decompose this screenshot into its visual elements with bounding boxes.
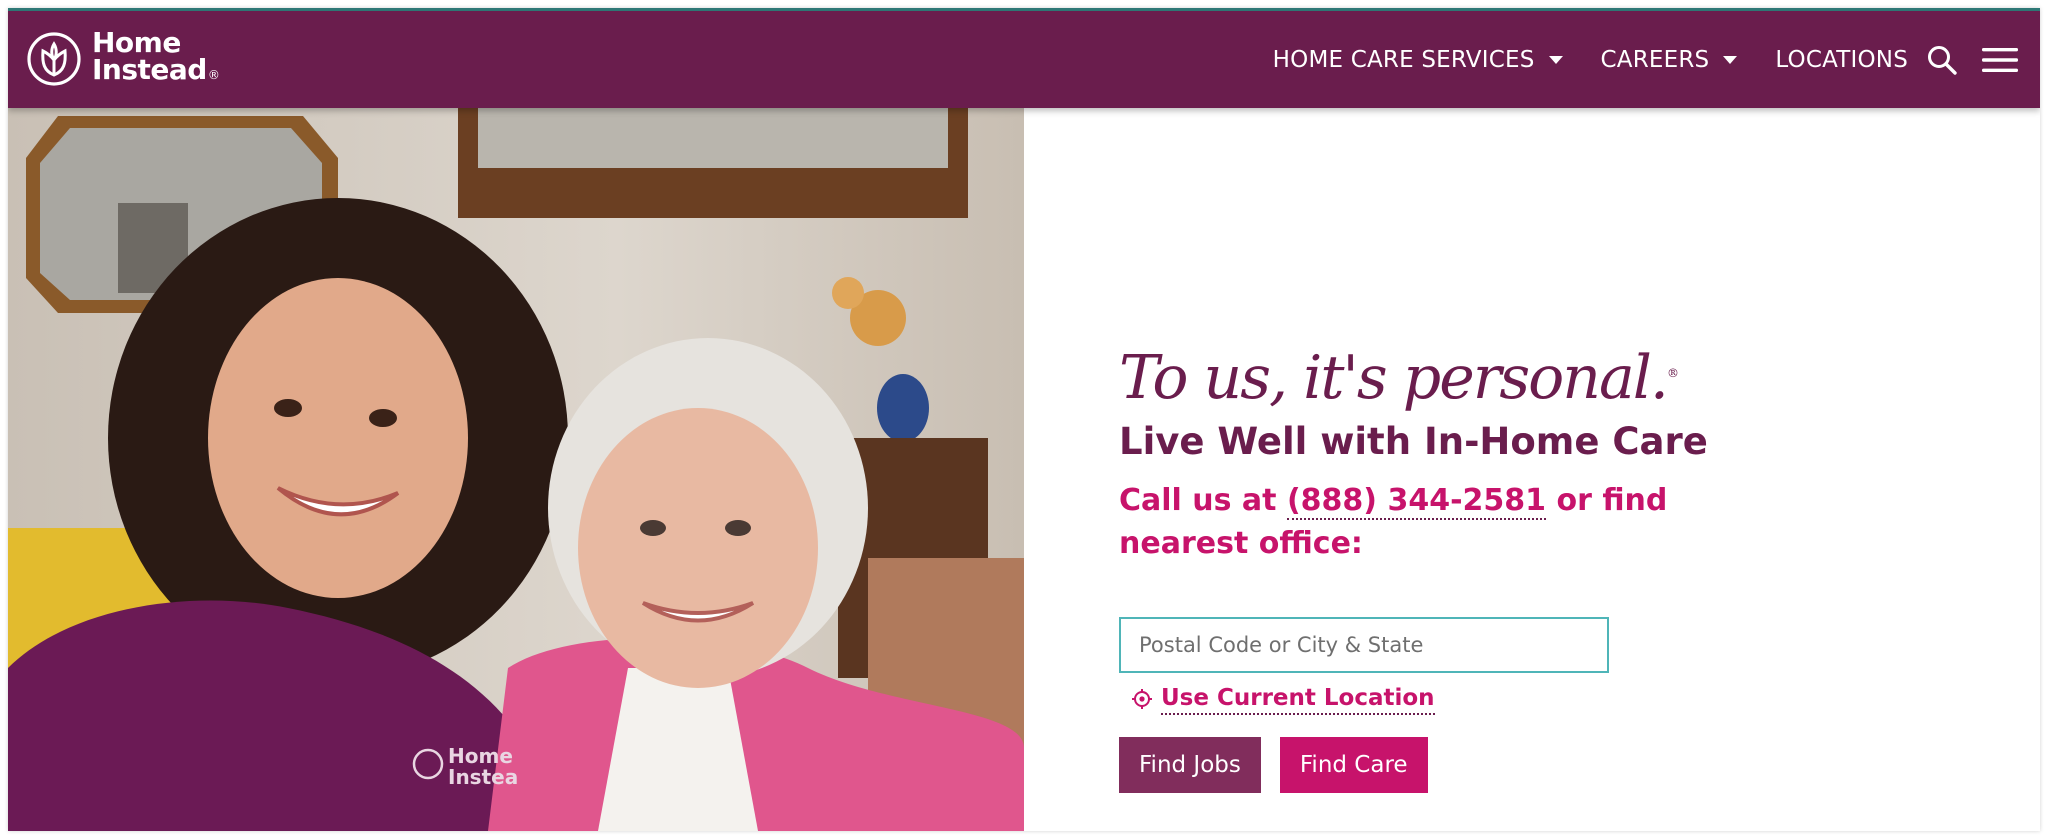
browser-viewport: Home Instead® HOME CARE SERVICES CAREERS…: [8, 8, 2040, 831]
logo-wordmark: Home Instead®: [92, 26, 220, 89]
hero-photo: Home Instea: [8, 108, 1024, 831]
use-current-location-label: Use Current Location: [1161, 683, 1435, 715]
nav-locations-label: LOCATIONS: [1775, 46, 1908, 73]
shirt-logo-line-2: Instea: [448, 765, 518, 789]
main-nav: HOME CARE SERVICES CAREERS LOCATIONS: [1235, 11, 2020, 108]
chevron-down-icon: [1548, 55, 1563, 64]
nav-home-care-services-label: HOME CARE SERVICES: [1272, 46, 1535, 73]
logo-registered-mark: ®: [207, 68, 220, 82]
crosshair-location-icon: [1132, 689, 1152, 709]
find-care-button[interactable]: Find Care: [1279, 737, 1428, 793]
nav-home-care-services[interactable]: HOME CARE SERVICES: [1273, 47, 1563, 73]
tagline-text: To us, it's personal.: [1119, 343, 1669, 413]
nav-careers-label: CAREERS: [1600, 46, 1710, 73]
call-to-action-text: Call us at (888) 344-2581 or find neares…: [1119, 479, 1679, 565]
nav-locations[interactable]: LOCATIONS: [1775, 47, 1908, 73]
search-icon[interactable]: [1926, 44, 1958, 76]
use-current-location-link[interactable]: Use Current Location: [1131, 683, 1739, 715]
action-buttons: Find Jobs Find Care: [1119, 737, 1739, 793]
home-instead-logo[interactable]: Home Instead®: [26, 26, 220, 89]
logo-line-2: Instead: [92, 53, 207, 86]
site-header: Home Instead® HOME CARE SERVICES CAREERS…: [8, 11, 2040, 108]
brand-tagline: To us, it's personal.®: [1119, 338, 1739, 413]
hamburger-menu-icon[interactable]: [1980, 44, 2020, 76]
nav-careers[interactable]: CAREERS: [1601, 47, 1738, 73]
logo-line-1: Home: [92, 26, 181, 59]
hero-photo-illustration: Home Instea: [8, 108, 1024, 831]
location-search-input[interactable]: [1119, 617, 1609, 673]
call-prefix: Call us at: [1119, 483, 1287, 518]
page-headline: Live Well with In-Home Care: [1119, 420, 1708, 463]
hero-content: To us, it's personal.® Live Well with In…: [1119, 338, 1739, 793]
tulip-logo-icon: [27, 32, 81, 86]
chevron-down-icon: [1723, 55, 1738, 64]
phone-number-link[interactable]: (888) 344-2581: [1286, 483, 1547, 520]
tagline-registered-mark: ®: [1666, 366, 1679, 380]
find-jobs-button[interactable]: Find Jobs: [1119, 737, 1261, 793]
